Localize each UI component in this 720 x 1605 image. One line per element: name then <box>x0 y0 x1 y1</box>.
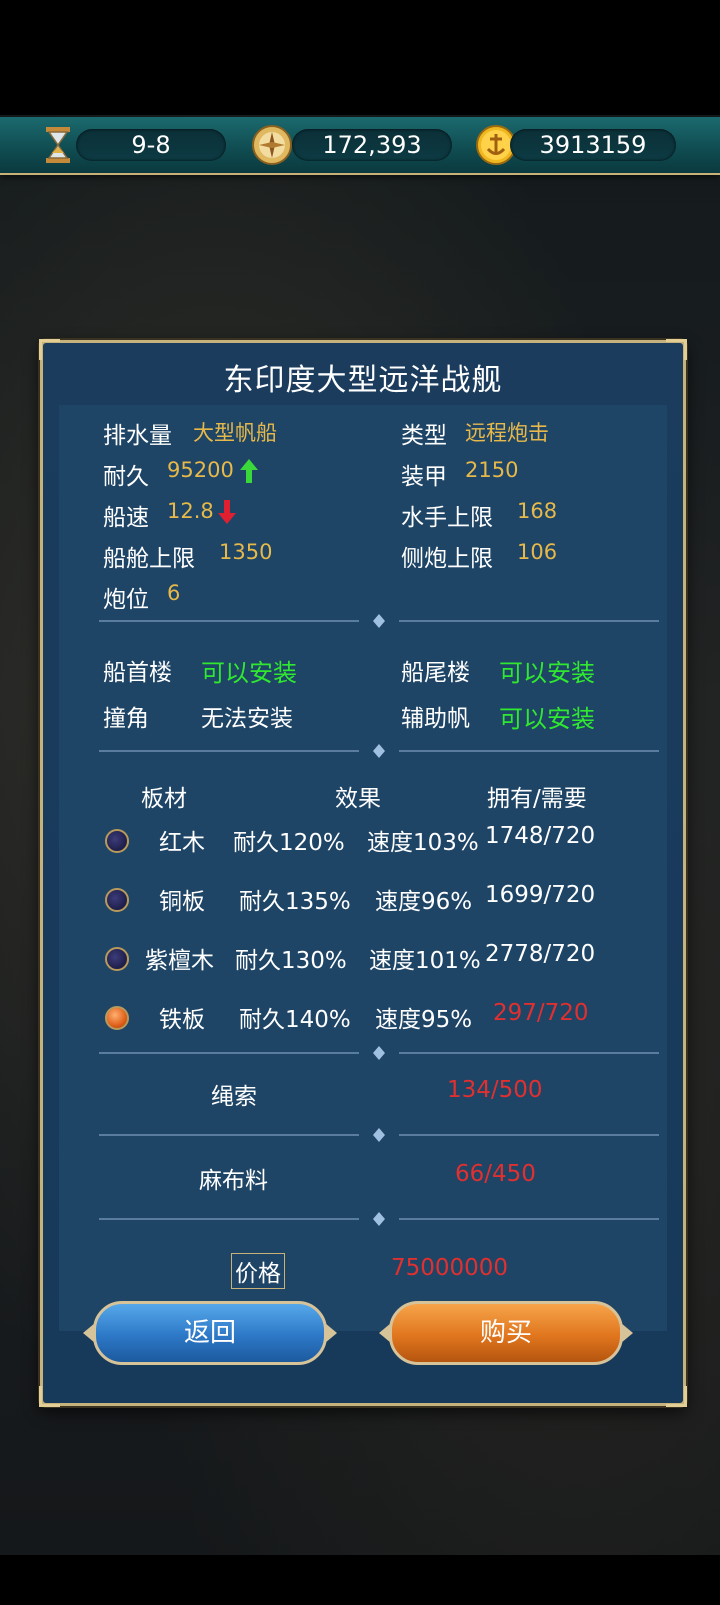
corner-ornament <box>39 1386 60 1407</box>
cabin-value: 1350 <box>219 540 273 564</box>
material-name: 铜板 <box>159 889 205 915</box>
material-have-need: 2778/720 <box>485 941 596 967</box>
material-header-effect: 效果 <box>335 786 381 812</box>
material-have-need: 1699/720 <box>485 882 596 908</box>
aux-sail-status: 可以安装 <box>499 705 595 733</box>
material-speed: 速度103% <box>367 830 479 856</box>
material-row[interactable]: 铜板 耐久135% 速度96% 1699/720 <box>59 880 667 928</box>
compass-icon <box>250 123 294 167</box>
hourglass-icon <box>36 123 80 167</box>
currency1-text: 172,393 <box>322 131 422 159</box>
stage-display: 9-8 <box>76 129 226 161</box>
sailors-label: 水手上限 <box>401 505 493 531</box>
section-divider <box>99 1046 659 1060</box>
stage-text: 9-8 <box>131 131 171 159</box>
section-divider <box>99 1212 659 1226</box>
durability-value: 95200 <box>167 458 234 482</box>
material-speed: 速度95% <box>375 1007 473 1033</box>
cabin-label: 船舱上限 <box>103 546 195 572</box>
ship-purchase-dialog: 东印度大型远洋战舰 排水量 大型帆船 类型 远程炮击 耐久 95200 装甲 2… <box>39 339 687 1407</box>
info-panel: 排水量 大型帆船 类型 远程炮击 耐久 95200 装甲 2150 船速 12.… <box>59 405 667 1331</box>
stern-label: 船尾楼 <box>401 660 470 686</box>
armor-value: 2150 <box>465 458 519 482</box>
price-label: 价格 <box>231 1253 285 1289</box>
sailors-value: 168 <box>517 499 558 523</box>
bow-label: 船首楼 <box>103 660 172 686</box>
corner-ornament <box>666 1386 687 1407</box>
material-durability: 耐久135% <box>239 889 351 915</box>
back-button[interactable]: 返回 <box>93 1301 327 1365</box>
radio-button[interactable] <box>105 888 129 912</box>
arrow-up-icon <box>240 459 258 483</box>
ram-label: 撞角 <box>103 706 149 732</box>
gunslot-value: 6 <box>167 581 181 605</box>
ram-status: 无法安装 <box>201 706 293 732</box>
material-header-plank: 板材 <box>141 786 187 812</box>
radio-button[interactable] <box>105 947 129 971</box>
button-ornament <box>621 1323 633 1343</box>
resource-bar: 9-8 172,393 3913159 <box>0 117 720 175</box>
sidegun-value: 106 <box>517 540 558 564</box>
material-have-need-insufficient: 297/720 <box>493 1000 589 1026</box>
material-speed: 速度101% <box>369 948 481 974</box>
sidegun-label: 侧炮上限 <box>401 546 493 572</box>
section-divider <box>99 744 659 758</box>
material-row[interactable]: 紫檀木 耐久130% 速度101% 2778/720 <box>59 939 667 987</box>
linen-label: 麻布料 <box>199 1168 268 1194</box>
material-header-have-need: 拥有/需要 <box>487 786 587 812</box>
material-name: 紫檀木 <box>145 948 214 974</box>
radio-button[interactable] <box>105 829 129 853</box>
material-have-need: 1748/720 <box>485 823 596 849</box>
material-durability: 耐久130% <box>235 948 347 974</box>
radio-button-selected[interactable] <box>105 1006 129 1030</box>
section-divider <box>99 1128 659 1142</box>
button-ornament <box>325 1323 337 1343</box>
section-divider <box>99 614 659 628</box>
rope-value: 134/500 <box>447 1077 543 1103</box>
rope-label: 绳索 <box>211 1084 257 1110</box>
currency2-text: 3913159 <box>539 131 647 159</box>
aux-sail-label: 辅助帆 <box>401 706 470 732</box>
bow-status: 可以安装 <box>201 659 297 687</box>
material-row-selected[interactable]: 铁板 耐久140% 速度95% 297/720 <box>59 998 667 1046</box>
buy-button-label: 购买 <box>479 1318 532 1348</box>
displacement-label: 排水量 <box>103 423 172 449</box>
buy-button[interactable]: 购买 <box>389 1301 623 1365</box>
linen-value: 66/450 <box>455 1161 536 1187</box>
speed-label: 船速 <box>103 505 149 531</box>
type-label: 类型 <box>401 423 447 449</box>
arrow-down-icon <box>218 500 236 524</box>
displacement-value: 大型帆船 <box>193 421 277 445</box>
material-name: 铁板 <box>159 1007 205 1033</box>
price-value: 75000000 <box>391 1255 509 1281</box>
back-button-label: 返回 <box>183 1318 236 1348</box>
material-speed: 速度96% <box>375 889 473 915</box>
type-value: 远程炮击 <box>465 421 549 445</box>
material-durability: 耐久140% <box>239 1007 351 1033</box>
speed-value: 12.8 <box>167 499 214 523</box>
gunslot-label: 炮位 <box>103 587 149 613</box>
durability-label: 耐久 <box>103 464 149 490</box>
stern-status: 可以安装 <box>499 659 595 687</box>
armor-label: 装甲 <box>401 464 447 490</box>
material-row[interactable]: 红木 耐久120% 速度103% 1748/720 <box>59 821 667 869</box>
material-durability: 耐久120% <box>233 830 345 856</box>
ship-title: 东印度大型远洋战舰 <box>223 363 503 398</box>
currency2-display: 3913159 <box>510 129 676 161</box>
currency1-display: 172,393 <box>292 129 452 161</box>
material-name: 红木 <box>159 830 205 856</box>
